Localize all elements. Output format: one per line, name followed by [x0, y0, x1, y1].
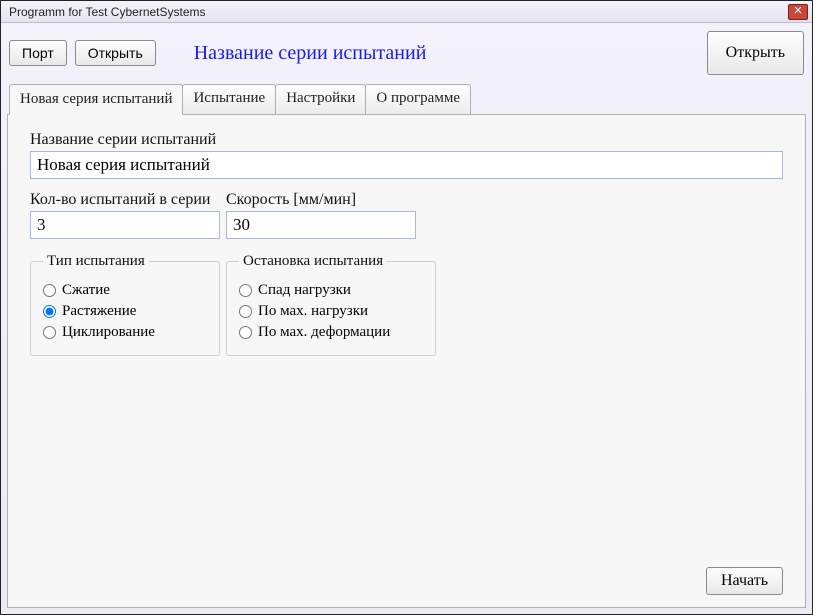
radio-max-load[interactable]: По мах. нагрузки [239, 303, 423, 320]
series-title-heading: Название серии испытаний [194, 42, 427, 65]
open-button-top[interactable]: Открыть [75, 40, 156, 66]
speed-label: Скорость [мм/мин] [226, 191, 416, 209]
titlebar: Programm for Test CybernetSystems ✕ [1, 1, 812, 23]
start-button[interactable]: Начать [706, 567, 783, 595]
speed-input[interactable] [226, 211, 416, 239]
window-title: Programm for Test CybernetSystems [9, 5, 206, 19]
test-type-legend: Тип испытания [43, 253, 149, 270]
group-test-type: Тип испытания Сжатие Растяжение Циклиров… [30, 253, 220, 356]
stop-legend: Остановка испытания [239, 253, 387, 270]
tab-test[interactable]: Испытание [182, 84, 276, 115]
group-stop-condition: Остановка испытания Спад нагрузки По мах… [226, 253, 436, 356]
count-label: Кол-во испытаний в серии [30, 191, 220, 209]
radio-load-drop-label: Спад нагрузки [258, 282, 351, 299]
radio-compress-input[interactable] [43, 284, 56, 297]
radio-compress-label: Сжатие [62, 282, 110, 299]
radio-load-drop[interactable]: Спад нагрузки [239, 282, 423, 299]
tab-about[interactable]: О программе [365, 84, 471, 115]
radio-max-load-input[interactable] [239, 305, 252, 318]
port-button[interactable]: Порт [9, 40, 67, 66]
radio-cycle-label: Циклирование [62, 324, 155, 341]
tabpanel-new-series: Название серии испытаний Кол-во испытани… [7, 114, 806, 608]
series-name-input[interactable] [30, 151, 783, 179]
app-window: Programm for Test CybernetSystems ✕ Порт… [0, 0, 813, 615]
radio-tension-label: Растяжение [62, 303, 136, 320]
close-icon: ✕ [793, 6, 802, 17]
radio-tension[interactable]: Растяжение [43, 303, 207, 320]
radio-max-def-input[interactable] [239, 326, 252, 339]
radio-max-load-label: По мах. нагрузки [258, 303, 368, 320]
tab-new-series[interactable]: Новая серия испытаний [9, 84, 183, 115]
radio-max-def-label: По мах. деформации [258, 324, 390, 341]
tab-settings[interactable]: Настройки [275, 84, 366, 115]
radio-cycle-input[interactable] [43, 326, 56, 339]
radio-tension-input[interactable] [43, 305, 56, 318]
series-name-label: Название серии испытаний [30, 131, 783, 149]
radio-load-drop-input[interactable] [239, 284, 252, 297]
client-area: Порт Открыть Название серии испытаний От… [1, 23, 812, 614]
toolbar: Порт Открыть Название серии испытаний От… [7, 27, 806, 81]
tabstrip: Новая серия испытаний Испытание Настройк… [7, 83, 806, 608]
radio-cycle[interactable]: Циклирование [43, 324, 207, 341]
tabs: Новая серия испытаний Испытание Настройк… [9, 83, 806, 114]
window-close-button[interactable]: ✕ [788, 4, 808, 20]
count-input[interactable] [30, 211, 220, 239]
radio-compress[interactable]: Сжатие [43, 282, 207, 299]
open-button-right[interactable]: Открыть [707, 31, 804, 75]
radio-max-def[interactable]: По мах. деформации [239, 324, 423, 341]
